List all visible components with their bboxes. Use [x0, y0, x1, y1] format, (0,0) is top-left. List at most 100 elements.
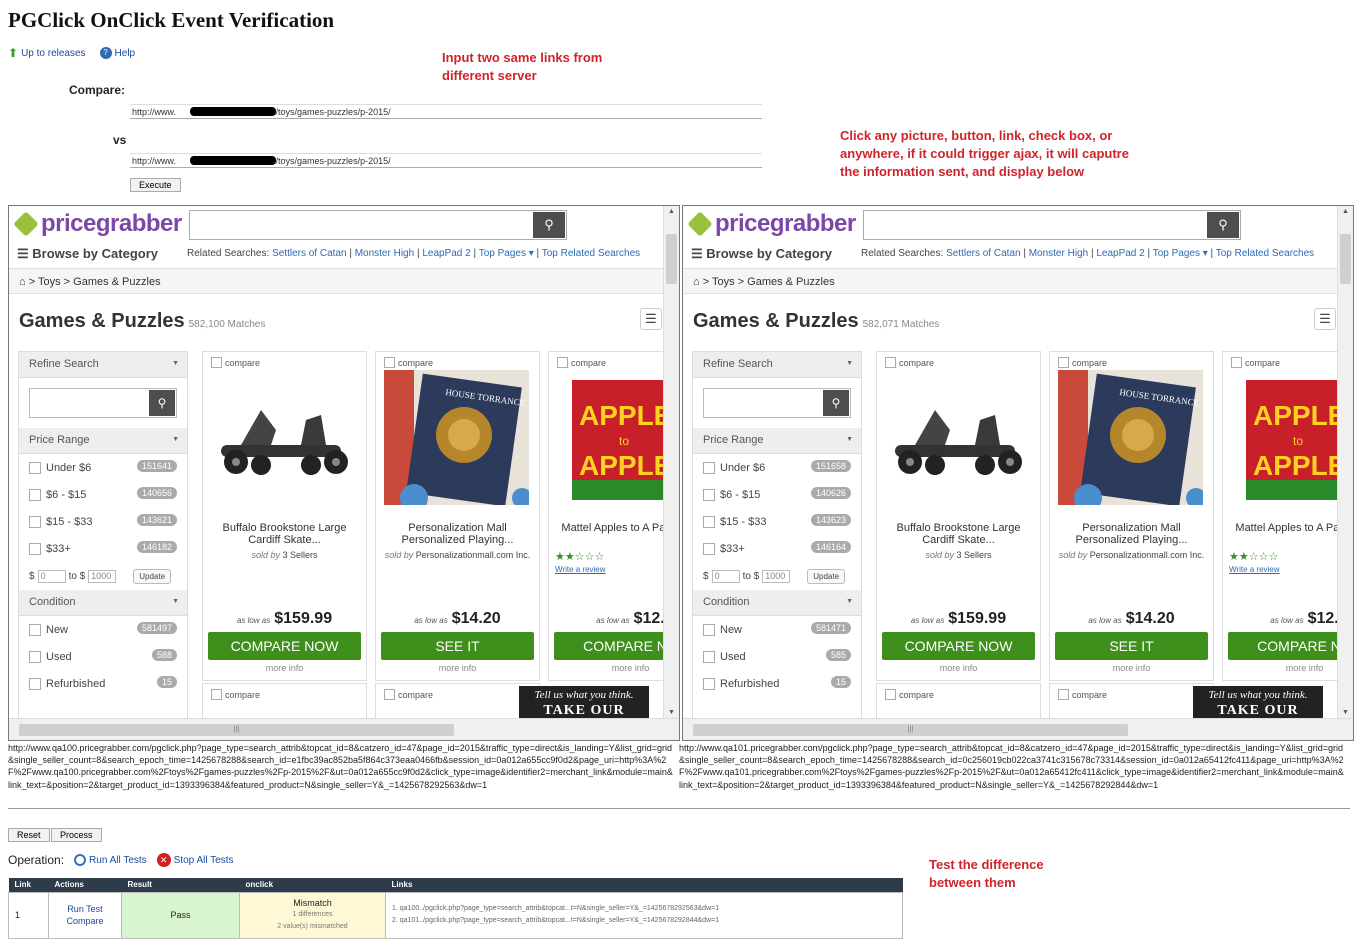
condition-used[interactable]: Used 585	[693, 643, 861, 670]
product-name[interactable]: Mattel Apples to A Party Box	[1227, 522, 1338, 534]
checkbox[interactable]	[29, 677, 41, 690]
condition-refurbished[interactable]: Refurbished 15	[19, 670, 187, 697]
price-range-header[interactable]: Price Range	[19, 428, 187, 454]
product-name[interactable]: Personalization Mall Personalized Playin…	[1054, 522, 1209, 546]
compare-checkbox[interactable]	[885, 689, 896, 700]
condition-header[interactable]: Condition	[693, 590, 861, 616]
survey-banner[interactable]: Tell us what you think.TAKE OUR SURVEY	[1193, 686, 1323, 718]
product-card[interactable]: compare HOUSE TORRANCE Personalization Mal…	[375, 351, 540, 681]
menu-icon[interactable]: ☰	[1314, 308, 1336, 330]
related-link[interactable]: Top Pages ▾	[479, 248, 534, 259]
execute-button[interactable]: Execute	[130, 178, 181, 192]
pricegrabber-logo[interactable]: pricegrabber	[13, 210, 182, 238]
run-test-link[interactable]: Run Test	[55, 903, 115, 915]
cta-button[interactable]: SEE IT	[381, 632, 534, 660]
up-to-releases-link[interactable]: ⬆ Up to releases	[8, 46, 86, 60]
condition-new[interactable]: New 581471	[693, 616, 861, 643]
checkbox[interactable]	[703, 461, 715, 474]
home-icon[interactable]: ⌂	[693, 276, 700, 288]
product-card[interactable]: compare HOUSE TORRANCE Personalization Mal…	[1049, 351, 1214, 681]
price-range-option[interactable]: $6 - $15 140626	[693, 481, 861, 508]
compare-checkbox[interactable]	[211, 689, 222, 700]
checkbox[interactable]	[703, 488, 715, 501]
write-review-link[interactable]: Write a review	[1229, 565, 1280, 574]
product-card[interactable]: compare Buffalo Brookstone Large Cardiff …	[876, 351, 1041, 681]
more-info-link[interactable]: more info	[1223, 663, 1338, 673]
more-info-link[interactable]: more info	[203, 663, 366, 673]
product-image[interactable]: HOUSE TORRANCE	[1058, 370, 1206, 512]
compare-checkbox[interactable]	[1231, 357, 1242, 368]
condition-used[interactable]: Used 588	[19, 643, 187, 670]
refine-search-input[interactable]: ⚲	[29, 388, 177, 418]
compare-checkbox[interactable]	[557, 357, 568, 368]
update-button[interactable]: Update	[807, 568, 846, 584]
product-name[interactable]: Personalization Mall Personalized Playin…	[380, 522, 535, 546]
more-info-link[interactable]: more info	[1050, 663, 1213, 673]
product-image[interactable]	[211, 370, 356, 505]
product-card[interactable]: compare	[1049, 683, 1214, 718]
search-icon[interactable]: ⚲	[149, 390, 175, 416]
menu-icon[interactable]: ☰	[640, 308, 662, 330]
refine-search-header[interactable]: Refine Search	[19, 352, 187, 378]
process-button[interactable]: Process	[51, 828, 102, 842]
horizontal-scrollbar[interactable]: |||	[9, 718, 679, 740]
vertical-scrollbar[interactable]: ▲ ▼	[663, 206, 679, 718]
browse-by-category[interactable]: ☰ Browse by Category	[17, 246, 158, 262]
product-image[interactable]: APPLES to APPLES	[1231, 370, 1338, 505]
help-link[interactable]: ? Help	[99, 46, 135, 60]
related-link[interactable]: Top Pages ▾	[1153, 248, 1208, 259]
compare-checkbox[interactable]	[384, 689, 395, 700]
related-link[interactable]: Settlers of Catan	[946, 248, 1020, 259]
update-button[interactable]: Update	[133, 568, 172, 584]
checkbox[interactable]	[29, 650, 41, 663]
pricegrabber-logo[interactable]: pricegrabber	[687, 210, 856, 238]
cta-button[interactable]: COMPARE NO	[1228, 632, 1338, 660]
frame-left[interactable]: pricegrabber ⚲ ☰ Browse by Category Rela…	[8, 205, 680, 741]
price-range-option[interactable]: $15 - $33 143621	[19, 508, 187, 535]
product-card[interactable]: compareAPPLEStoAPPLESMattel Apples to A …	[1222, 351, 1338, 681]
related-link[interactable]: Top Related Searches	[1216, 248, 1314, 259]
more-info-link[interactable]: more info	[376, 663, 539, 673]
product-image[interactable]: APPLES to APPLES	[557, 370, 664, 505]
checkbox[interactable]	[29, 542, 41, 555]
product-name[interactable]: Buffalo Brookstone Large Cardiff Skate..…	[881, 522, 1036, 546]
product-card[interactable]: compare Buffalo Brookstone Large Cardiff …	[202, 351, 367, 681]
checkbox[interactable]	[703, 623, 715, 636]
price-range-option[interactable]: Under $6 151658	[693, 454, 861, 481]
search-icon[interactable]: ⚲	[533, 212, 565, 238]
price-range-option[interactable]: $33+ 146182	[19, 535, 187, 562]
price-from-input[interactable]: 0	[37, 569, 66, 583]
product-card[interactable]: compare	[876, 683, 1041, 718]
write-review-link[interactable]: Write a review	[555, 565, 606, 574]
related-link[interactable]: Top Related Searches	[542, 248, 640, 259]
related-link[interactable]: Settlers of Catan	[272, 248, 346, 259]
checkbox[interactable]	[29, 623, 41, 636]
refine-search-input[interactable]: ⚲	[703, 388, 851, 418]
product-card[interactable]: compare	[202, 683, 367, 718]
compare-link[interactable]: Compare	[55, 915, 115, 927]
more-info-link[interactable]: more info	[549, 663, 664, 673]
related-link[interactable]: LeapPad 2	[422, 248, 470, 259]
related-link[interactable]: Monster High	[1029, 248, 1088, 259]
compare-checkbox[interactable]	[211, 357, 222, 368]
condition-header[interactable]: Condition	[19, 590, 187, 616]
related-link[interactable]: Monster High	[355, 248, 414, 259]
reset-button[interactable]: Reset	[8, 828, 50, 842]
price-range-header[interactable]: Price Range	[693, 428, 861, 454]
product-card[interactable]: compare	[375, 683, 540, 718]
checkbox[interactable]	[703, 515, 715, 528]
product-image[interactable]: HOUSE TORRANCE	[384, 370, 532, 512]
compare-checkbox[interactable]	[384, 357, 395, 368]
checkbox[interactable]	[29, 488, 41, 501]
related-link[interactable]: LeapPad 2	[1096, 248, 1144, 259]
compare-checkbox[interactable]	[1058, 689, 1069, 700]
more-info-link[interactable]: more info	[877, 663, 1040, 673]
checkbox[interactable]	[29, 461, 41, 474]
frame-right[interactable]: pricegrabber ⚲ ☰ Browse by Category Rela…	[682, 205, 1354, 741]
price-range-option[interactable]: $33+ 146164	[693, 535, 861, 562]
stop-all-tests-link[interactable]: ✕ Stop All Tests	[156, 853, 234, 867]
cta-button[interactable]: COMPARE NOW	[882, 632, 1035, 660]
refine-search-header[interactable]: Refine Search	[693, 352, 861, 378]
vertical-scrollbar[interactable]: ▲ ▼	[1337, 206, 1353, 718]
product-name[interactable]: Mattel Apples to A Party Box	[553, 522, 664, 534]
